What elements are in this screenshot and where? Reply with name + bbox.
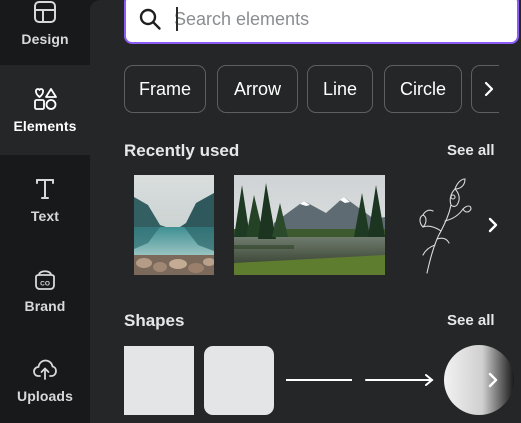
- text-icon: [36, 179, 54, 199]
- lake-mountain-reflection-image: [134, 175, 214, 275]
- line-graphic: [286, 379, 352, 381]
- chip-line[interactable]: Line: [307, 65, 373, 113]
- sidebar-item-label: Uploads: [17, 388, 73, 404]
- sidebar-item-text[interactable]: Text: [0, 155, 90, 245]
- sidebar: Design Elements Text CO Brand Uploads: [0, 0, 90, 423]
- chevron-right-icon: [488, 217, 498, 233]
- app: Design Elements Text CO Brand Uploads Se…: [0, 0, 521, 423]
- sidebar-item-label: Text: [30, 208, 60, 224]
- sidebar-item-label: Design: [21, 31, 69, 47]
- chip-frame[interactable]: Frame: [124, 65, 206, 113]
- sidebar-item-label: Elements: [13, 118, 77, 134]
- sidebar-item-uploads[interactable]: Uploads: [0, 335, 90, 423]
- chip-arrow[interactable]: Arrow: [217, 65, 298, 113]
- search-bar[interactable]: [124, 0, 519, 44]
- recently-used-next-button[interactable]: [480, 205, 506, 245]
- recent-item-forest-lake-photo[interactable]: [234, 175, 385, 275]
- recently-used-title: Recently used: [124, 141, 240, 160]
- chevron-right-icon: [488, 372, 498, 388]
- design-icon: [34, 1, 56, 23]
- recently-used-see-all-link[interactable]: See all: [447, 142, 495, 159]
- shapes-see-all-link[interactable]: See all: [447, 312, 495, 329]
- chevron-right-icon: [484, 81, 494, 97]
- svg-text:CO: CO: [40, 281, 50, 288]
- sidebar-item-brand[interactable]: CO Brand: [0, 245, 90, 335]
- forest-lake-mountains-image: [234, 175, 385, 275]
- rounded-square-shape[interactable]: [204, 346, 274, 415]
- uploads-icon: [33, 359, 57, 380]
- search-icon: [139, 8, 161, 30]
- elements-panel: Frame Arrow Line Circle Recently used Se…: [90, 0, 521, 423]
- sidebar-item-design[interactable]: Design: [0, 0, 90, 68]
- shapes-next-button[interactable]: [480, 360, 506, 400]
- recent-item-lake-photo[interactable]: [134, 175, 214, 275]
- search-input[interactable]: [174, 4, 494, 34]
- shapes-title: Shapes: [124, 311, 185, 330]
- sidebar-item-label: Brand: [24, 298, 66, 314]
- chip-circle[interactable]: Circle: [384, 65, 462, 113]
- brand-icon: CO: [35, 270, 55, 290]
- sidebar-item-elements[interactable]: Elements: [0, 65, 90, 155]
- recent-item-flower-drawing[interactable]: [415, 175, 473, 275]
- elements-icon: [34, 88, 57, 110]
- arrow-line-graphic: [365, 374, 434, 386]
- square-shape[interactable]: [124, 346, 194, 415]
- text-caret: [176, 7, 178, 31]
- filter-chips: Frame Arrow Line Circle: [124, 65, 499, 115]
- magnolia-line-drawing-image: [419, 178, 472, 274]
- arrow-line-shape[interactable]: [364, 370, 436, 390]
- chips-scroll-button[interactable]: [471, 65, 499, 113]
- line-shape[interactable]: [284, 370, 354, 390]
